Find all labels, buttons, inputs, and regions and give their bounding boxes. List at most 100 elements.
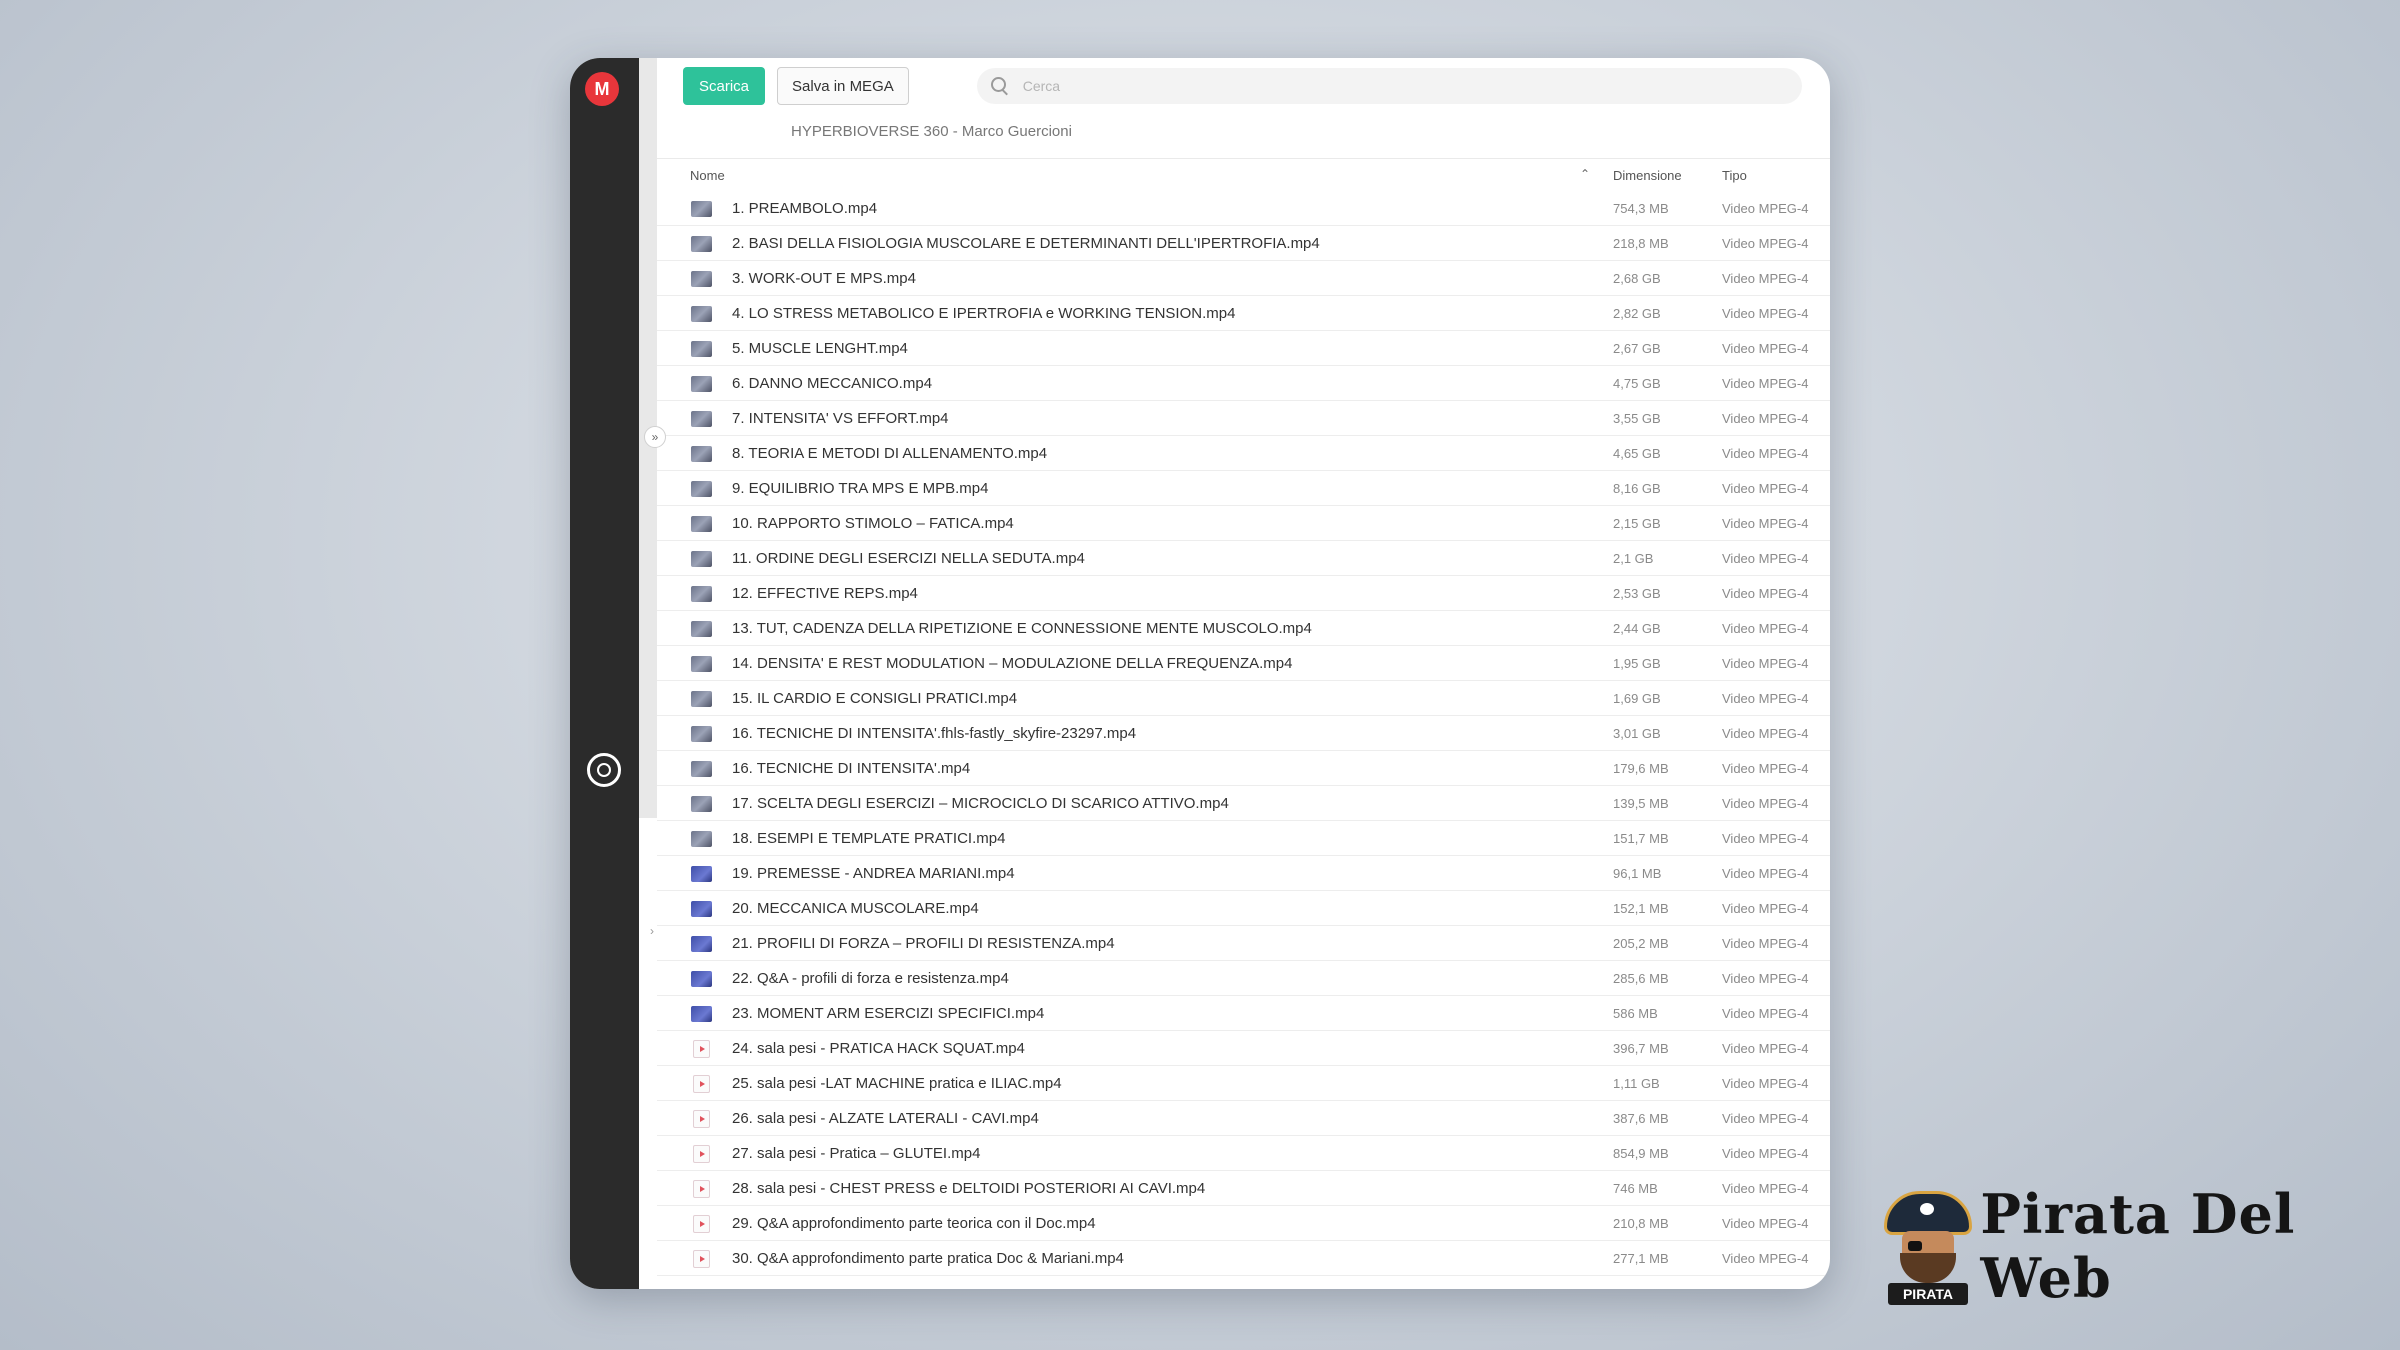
file-row[interactable]: 30. Q&A approfondimento parte pratica Do… xyxy=(657,1241,1830,1276)
file-row[interactable]: 23. MOMENT ARM ESERCIZI SPECIFICI.mp4 586… xyxy=(657,996,1830,1031)
file-name: 14. DENSITA' E REST MODULATION – MODULAZ… xyxy=(732,655,1293,672)
file-row[interactable]: 16. TECNICHE DI INTENSITA'.fhls-fastly_s… xyxy=(657,716,1830,751)
file-size: 2,67 GB xyxy=(1613,341,1661,356)
file-row[interactable]: 18. ESEMPI E TEMPLATE PRATICI.mp4 151,7 M… xyxy=(657,821,1830,856)
file-row[interactable]: 26. sala pesi - ALZATE LATERALI - CAVI.m… xyxy=(657,1101,1830,1136)
save-to-mega-button[interactable]: Salva in MEGA xyxy=(777,67,909,105)
column-name[interactable]: Nome xyxy=(690,168,725,183)
video-thumbnail xyxy=(691,411,712,427)
file-row[interactable]: 11. ORDINE DEGLI ESERCIZI NELLA SEDUTA.m… xyxy=(657,541,1830,576)
file-name: 19. PREMESSE - ANDREA MARIANI.mp4 xyxy=(732,865,1015,882)
file-row[interactable]: 9. EQUILIBRIO TRA MPS E MPB.mp4 8,16 GB Vi… xyxy=(657,471,1830,506)
file-type: Video MPEG-4 xyxy=(1722,586,1809,601)
file-name: 6. DANNO MECCANICO.mp4 xyxy=(732,375,933,392)
mega-window: M » › Scarica Salva in MEGA HYPERBIOVERS… xyxy=(570,58,1830,1289)
file-type: Video MPEG-4 xyxy=(1722,1006,1809,1021)
file-row[interactable]: 20. MECCANICA MUSCOLARE.mp4 152,1 MB Video… xyxy=(657,891,1830,926)
file-row[interactable]: 4. LO STRESS METABOLICO E IPERTROFIA e W… xyxy=(657,296,1830,331)
file-name: 16. TECNICHE DI INTENSITA'.mp4 xyxy=(732,760,971,777)
download-button[interactable]: Scarica xyxy=(683,67,766,105)
file-size: 4,75 GB xyxy=(1613,376,1661,391)
file-row[interactable]: 16. TECNICHE DI INTENSITA'.mp4 179,6 MB Vi… xyxy=(657,751,1830,786)
file-size: 139,5 MB xyxy=(1613,796,1669,811)
chevron-up-icon[interactable]: ⌃ xyxy=(1580,167,1590,181)
file-row[interactable]: 19. PREMESSE - ANDREA MARIANI.mp4 96,1 MB… xyxy=(657,856,1830,891)
file-row[interactable]: 12. EFFECTIVE REPS.mp4 2,53 GB Video MPEG-… xyxy=(657,576,1830,611)
file-row[interactable]: 10. RAPPORTO STIMOLO – FATICA.mp4 2,15 GB… xyxy=(657,506,1830,541)
file-type: Video MPEG-4 xyxy=(1722,796,1809,811)
file-row[interactable]: 22. Q&A - profili di forza e resistenza.… xyxy=(657,961,1830,996)
file-name: 24. sala pesi - PRATICA HACK SQUAT.mp4 xyxy=(732,1040,1025,1057)
file-name: 21. PROFILI DI FORZA – PROFILI DI RESIST… xyxy=(732,935,1115,952)
video-thumbnail xyxy=(691,761,712,777)
toolbar: Scarica Salva in MEGA xyxy=(683,66,1802,106)
video-file-icon xyxy=(693,1180,710,1198)
file-name: 30. Q&A approfondimento parte pratica Do… xyxy=(732,1250,1124,1267)
column-size[interactable]: Dimensione xyxy=(1613,168,1682,183)
file-size: 754,3 MB xyxy=(1613,201,1669,216)
video-thumbnail xyxy=(691,376,712,392)
file-type: Video MPEG-4 xyxy=(1722,1076,1809,1091)
divider xyxy=(657,158,1830,159)
file-row[interactable]: 27. sala pesi - Pratica – GLUTEI.mp4 854,… xyxy=(657,1136,1830,1171)
file-name: 23. MOMENT ARM ESERCIZI SPECIFICI.mp4 xyxy=(732,1005,1045,1022)
file-row[interactable]: 2. BASI DELLA FISIOLOGIA MUSCOLARE E DET… xyxy=(657,226,1830,261)
video-thumbnail xyxy=(691,796,712,812)
file-row[interactable]: 6. DANNO MECCANICO.mp4 4,75 GB Video MPEG-… xyxy=(657,366,1830,401)
file-row[interactable]: 15. IL CARDIO E CONSIGLI PRATICI.mp4 1,69… xyxy=(657,681,1830,716)
video-thumbnail xyxy=(691,551,712,567)
file-size: 151,7 MB xyxy=(1613,831,1669,846)
file-row[interactable]: 24. sala pesi - PRATICA HACK SQUAT.mp4 39… xyxy=(657,1031,1830,1066)
file-size: 2,68 GB xyxy=(1613,271,1661,286)
file-row[interactable]: 1. PREAMBOLO.mp4 754,3 MB Video MPEG-4 xyxy=(657,191,1830,226)
file-type: Video MPEG-4 xyxy=(1722,1111,1809,1126)
column-type[interactable]: Tipo xyxy=(1722,168,1747,183)
file-type: Video MPEG-4 xyxy=(1722,446,1809,461)
file-row[interactable]: 3. WORK-OUT E MPS.mp4 2,68 GB Video MPEG-4 xyxy=(657,261,1830,296)
double-chevron-right-icon[interactable]: » xyxy=(644,426,666,448)
file-name: 16. TECNICHE DI INTENSITA'.fhls-fastly_s… xyxy=(732,725,1137,742)
mega-logo-icon[interactable]: M xyxy=(585,72,619,106)
file-size: 4,65 GB xyxy=(1613,446,1661,461)
video-file-icon xyxy=(693,1040,710,1058)
file-name: 18. ESEMPI E TEMPLATE PRATICI.mp4 xyxy=(732,830,1006,847)
file-name: 4. LO STRESS METABOLICO E IPERTROFIA e W… xyxy=(732,305,1236,322)
file-type: Video MPEG-4 xyxy=(1722,761,1809,776)
file-row[interactable]: 14. DENSITA' E REST MODULATION – MODULAZ… xyxy=(657,646,1830,681)
file-name: 11. ORDINE DEGLI ESERCIZI NELLA SEDUTA.m… xyxy=(732,550,1085,567)
file-row[interactable]: 21. PROFILI DI FORZA – PROFILI DI RESIST… xyxy=(657,926,1830,961)
file-row[interactable]: 25. sala pesi -LAT MACHINE pratica e ILI… xyxy=(657,1066,1830,1101)
video-thumbnail xyxy=(691,516,712,532)
video-thumbnail xyxy=(691,586,712,602)
video-thumbnail xyxy=(691,341,712,357)
file-type: Video MPEG-4 xyxy=(1722,901,1809,916)
file-row[interactable]: 29. Q&A approfondimento parte teorica co… xyxy=(657,1206,1830,1241)
file-size: 1,69 GB xyxy=(1613,691,1661,706)
file-size: 746 MB xyxy=(1613,1181,1658,1196)
file-type: Video MPEG-4 xyxy=(1722,621,1809,636)
brand-name: Pirata Del Web xyxy=(1980,1182,2296,1310)
video-thumbnail xyxy=(691,866,712,882)
video-thumbnail xyxy=(691,271,712,287)
search-input[interactable] xyxy=(1022,78,1623,94)
file-row[interactable]: 5. MUSCLE LENGHT.mp4 2,67 GB Video MPEG-4 xyxy=(657,331,1830,366)
breadcrumb[interactable]: HYPERBIOVERSE 360 - Marco Guercioni xyxy=(791,123,1072,140)
video-thumbnail xyxy=(691,621,712,637)
search-icon xyxy=(990,77,1009,95)
file-row[interactable]: 28. sala pesi - CHEST PRESS e DELTOIDI P… xyxy=(657,1171,1830,1206)
file-name: 15. IL CARDIO E CONSIGLI PRATICI.mp4 xyxy=(732,690,1018,707)
file-row[interactable]: 7. INTENSITA' VS EFFORT.mp4 3,55 GB Video … xyxy=(657,401,1830,436)
file-name: 29. Q&A approfondimento parte teorica co… xyxy=(732,1215,1096,1232)
file-type: Video MPEG-4 xyxy=(1722,936,1809,951)
file-size: 586 MB xyxy=(1613,1006,1658,1021)
chevron-right-icon[interactable]: › xyxy=(650,924,662,942)
file-row[interactable]: 17. SCELTA DEGLI ESERCIZI – MICROCICLO D… xyxy=(657,786,1830,821)
file-size: 2,82 GB xyxy=(1613,306,1661,321)
file-row[interactable]: 8. TEORIA E METODI DI ALLENAMENTO.mp4 4,6… xyxy=(657,436,1830,471)
file-size: 1,11 GB xyxy=(1613,1076,1660,1091)
file-type: Video MPEG-4 xyxy=(1722,1181,1809,1196)
file-type: Video MPEG-4 xyxy=(1722,1251,1809,1266)
file-row[interactable]: 13. TUT, CADENZA DELLA RIPETIZIONE E CON… xyxy=(657,611,1830,646)
search-bar[interactable] xyxy=(976,68,1802,104)
transfer-icon[interactable] xyxy=(587,753,621,787)
